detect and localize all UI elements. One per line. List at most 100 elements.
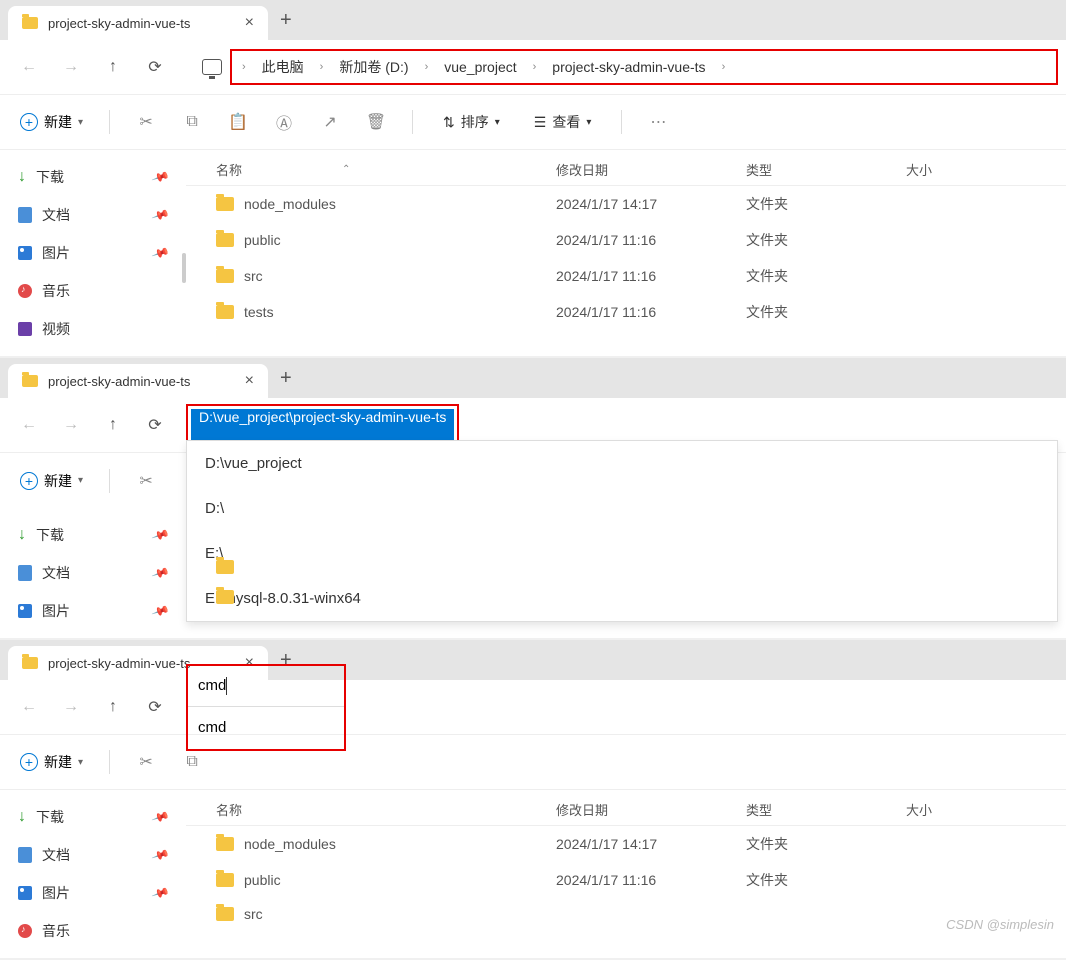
- explorer-window-1: project-sky-admin-vue-ts × + ← → ↑ ⟳ › 此…: [0, 0, 1066, 358]
- refresh-button[interactable]: ⟳: [134, 404, 176, 446]
- dropdown-item[interactable]: cmd: [198, 719, 226, 736]
- close-icon[interactable]: ×: [245, 372, 254, 390]
- separator: [109, 110, 110, 134]
- header-name[interactable]: 名称: [216, 160, 242, 179]
- back-button[interactable]: ←: [8, 46, 50, 88]
- sidebar: ↓下载📌 文档📌 图片📌: [0, 508, 186, 638]
- chevron-right-icon: ›: [533, 61, 537, 73]
- header-type[interactable]: 类型: [746, 160, 906, 179]
- breadcrumb-bar[interactable]: › 此电脑 › 新加卷 (D:) › vue_project › project…: [230, 49, 1058, 85]
- header-date[interactable]: 修改日期: [556, 800, 746, 819]
- breadcrumb-item[interactable]: 此电脑: [262, 57, 304, 77]
- doc-icon: [18, 207, 32, 223]
- folder-icon: [216, 269, 234, 283]
- address-input[interactable]: D:\vue_project\project-sky-admin-vue-ts: [191, 409, 454, 441]
- copy-icon[interactable]: ⧉: [172, 753, 212, 771]
- header-name[interactable]: 名称: [216, 800, 242, 819]
- paste-icon[interactable]: 📋: [218, 112, 258, 132]
- sidebar-item-pictures[interactable]: 图片📌: [0, 874, 186, 912]
- list-header: 名称⌃ 修改日期 类型 大小: [186, 154, 1066, 186]
- sidebar-item-videos[interactable]: 视频: [0, 310, 186, 348]
- list-item[interactable]: node_modules2024/1/17 14:17文件夹: [186, 826, 1066, 862]
- sidebar-item-downloads[interactable]: ↓下载📌: [0, 158, 186, 196]
- list-item[interactable]: tests2024/1/17 11:16文件夹: [186, 294, 1066, 330]
- back-button[interactable]: ←: [8, 404, 50, 446]
- up-button[interactable]: ↑: [92, 686, 134, 728]
- delete-icon[interactable]: 🗑: [356, 112, 396, 132]
- nav-bar: ← → ↑ ⟳ cmd cmd: [0, 680, 1066, 734]
- new-label: 新建: [44, 112, 72, 132]
- close-icon[interactable]: ×: [245, 14, 254, 32]
- more-icon[interactable]: ⋯: [638, 112, 678, 132]
- list-item[interactable]: public2024/1/17 11:16文件夹: [186, 862, 1066, 898]
- sidebar-item-documents[interactable]: 文档📌: [0, 836, 186, 874]
- forward-button[interactable]: →: [50, 46, 92, 88]
- address-input[interactable]: cmd: [198, 677, 226, 694]
- folder-icon: [216, 837, 234, 851]
- share-icon[interactable]: ↗: [310, 112, 350, 132]
- breadcrumb-item[interactable]: vue_project: [444, 59, 516, 75]
- cut-icon[interactable]: ✂: [126, 471, 166, 491]
- separator: [621, 110, 622, 134]
- list-header: 名称 修改日期 类型 大小: [186, 794, 1066, 826]
- sort-button[interactable]: ⇅ 排序 ▾: [429, 112, 514, 132]
- sidebar-item-music[interactable]: 音乐: [0, 272, 186, 310]
- chevron-right-icon: ›: [320, 61, 324, 73]
- up-button[interactable]: ↑: [92, 404, 134, 446]
- dropdown-item[interactable]: E:\: [187, 531, 1057, 576]
- sidebar-item-downloads[interactable]: ↓下载📌: [0, 516, 186, 554]
- chevron-right-icon: ›: [722, 61, 726, 73]
- header-size[interactable]: 大小: [906, 160, 1006, 179]
- cut-icon[interactable]: ✂: [126, 112, 166, 132]
- sidebar-item-downloads[interactable]: ↓下载📌: [0, 798, 186, 836]
- forward-button[interactable]: →: [50, 404, 92, 446]
- list-item[interactable]: public2024/1/17 11:16文件夹: [186, 222, 1066, 258]
- list-item[interactable]: src: [186, 898, 1066, 930]
- pin-icon: 📌: [151, 563, 170, 582]
- list-item[interactable]: node_modules2024/1/17 14:17文件夹: [186, 186, 1066, 222]
- pin-icon: 📌: [151, 525, 170, 544]
- header-size[interactable]: 大小: [906, 800, 1006, 819]
- dropdown-item[interactable]: E:\mysql-8.0.31-winx64: [187, 576, 1057, 621]
- tab-active[interactable]: project-sky-admin-vue-ts ×: [8, 6, 268, 40]
- breadcrumb-item[interactable]: 新加卷 (D:): [339, 57, 408, 77]
- plus-circle-icon: +: [20, 472, 38, 490]
- up-button[interactable]: ↑: [92, 46, 134, 88]
- list-item[interactable]: src2024/1/17 11:16文件夹: [186, 258, 1066, 294]
- refresh-button[interactable]: ⟳: [134, 46, 176, 88]
- rename-icon[interactable]: Ⓐ: [264, 110, 304, 134]
- view-button[interactable]: ☰ 查看 ▾: [520, 112, 606, 132]
- image-icon: [18, 886, 32, 900]
- tab-active[interactable]: project-sky-admin-vue-ts ×: [8, 364, 268, 398]
- copy-icon[interactable]: ⧉: [172, 113, 212, 131]
- separator: [109, 750, 110, 774]
- new-tab-button[interactable]: +: [280, 9, 292, 32]
- sidebar: ↓下载📌 文档📌 图片📌 音乐 视频: [0, 150, 186, 356]
- back-button[interactable]: ←: [8, 686, 50, 728]
- sidebar-item-pictures[interactable]: 图片📌: [0, 234, 186, 272]
- scrollbar[interactable]: [182, 253, 186, 283]
- new-tab-button[interactable]: +: [280, 367, 292, 390]
- new-button[interactable]: + 新建 ▾: [10, 106, 93, 138]
- toolbar: + 新建 ▾ ✂ ⧉ 📋 Ⓐ ↗ 🗑 ⇅ 排序 ▾ ☰ 查看 ▾ ⋯: [0, 94, 1066, 150]
- sidebar-item-documents[interactable]: 文档📌: [0, 554, 186, 592]
- music-icon: [18, 924, 32, 938]
- separator: [109, 469, 110, 493]
- dropdown-item[interactable]: D:\: [187, 486, 1057, 531]
- sidebar-item-documents[interactable]: 文档📌: [0, 196, 186, 234]
- sidebar-item-music[interactable]: 音乐: [0, 912, 186, 950]
- refresh-button[interactable]: ⟳: [134, 686, 176, 728]
- header-type[interactable]: 类型: [746, 800, 906, 819]
- cut-icon[interactable]: ✂: [126, 752, 166, 772]
- forward-button[interactable]: →: [50, 686, 92, 728]
- nav-bar: ← → ↑ ⟳ › 此电脑 › 新加卷 (D:) › vue_project ›…: [0, 40, 1066, 94]
- header-date[interactable]: 修改日期: [556, 160, 746, 179]
- dropdown-item[interactable]: D:\vue_project: [187, 441, 1057, 486]
- sidebar-item-pictures[interactable]: 图片📌: [0, 592, 186, 630]
- address-bar[interactable]: D:\vue_project\project-sky-admin-vue-ts …: [186, 404, 1058, 446]
- new-button[interactable]: + 新建 ▾: [10, 465, 93, 497]
- download-icon: ↓: [18, 808, 26, 826]
- watermark: CSDN @simplesin: [946, 917, 1054, 932]
- new-button[interactable]: + 新建 ▾: [10, 746, 93, 778]
- breadcrumb-item[interactable]: project-sky-admin-vue-ts: [552, 59, 705, 75]
